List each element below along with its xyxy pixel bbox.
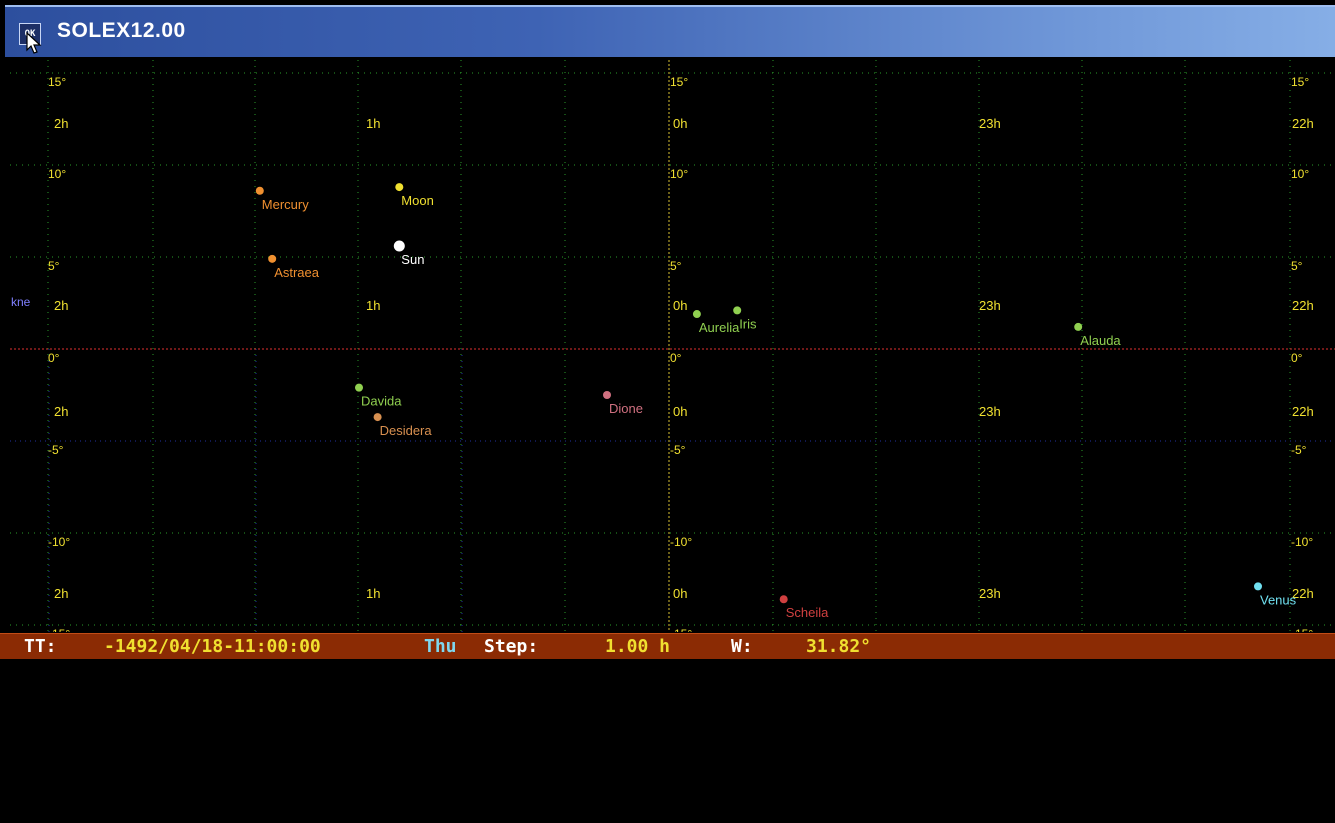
ra-label-1-2: 0h: [673, 298, 687, 313]
status-bar: TT: -1492/04/18-11:00:00 Thu Step: 1.00 …: [0, 633, 1335, 659]
dec-label-0-0: 15°: [48, 75, 66, 89]
dec-label-1-1: 10°: [670, 167, 688, 181]
datetime-value: -1492/04/18-11:00:00: [104, 636, 321, 657]
ra-label-3-0: 2h: [54, 586, 68, 601]
dec-label-4-0: -5°: [48, 443, 64, 457]
w-value: 31.82°: [806, 636, 872, 657]
dec-label-6-2: -15°: [1291, 627, 1313, 632]
body-aurelia-marker: [692, 310, 701, 319]
body-mercury-label: Mercury: [262, 197, 309, 212]
dec-label-3-0: 0°: [48, 351, 60, 365]
body-iris-label: Iris: [739, 316, 757, 331]
body-desidera-label: Desidera: [380, 423, 433, 438]
ra-label-0-1: 1h: [366, 116, 380, 131]
body-moon-label: Moon: [401, 193, 434, 208]
sky-map-canvas[interactable]: 2h 1h 0h 23h 22h 2h 1h 0h 23h 22h 2h 0h 23h 22h 2h 1h 0h…: [10, 60, 1335, 632]
side-label: kne: [11, 295, 31, 309]
dec-label-2-2: 5°: [1291, 259, 1303, 273]
dec-label-1-0: 10°: [48, 167, 66, 181]
ra-label-1-0: 2h: [54, 298, 68, 313]
ra-label-0-3: 23h: [979, 116, 1001, 131]
dec-label-5-2: -10°: [1291, 535, 1313, 549]
body-scheila-label: Scheila: [786, 605, 829, 620]
dec-label-1-2: 10°: [1291, 167, 1309, 181]
ra-label-0-4: 22h: [1292, 116, 1314, 131]
body-dione-label: Dione: [609, 401, 643, 416]
dec-label-0-2: 15°: [1291, 75, 1309, 89]
step-label: Step:: [484, 636, 539, 657]
dec-label-4-2: -5°: [1291, 443, 1307, 457]
ra-label-3-2: 0h: [673, 586, 687, 601]
body-venus-marker: [1254, 582, 1262, 591]
body-davida-marker: [355, 383, 363, 392]
ra-label-1-3: 23h: [979, 298, 1001, 313]
ra-label-0-2: 0h: [673, 116, 687, 131]
ra-label-2-4: 22h: [1292, 404, 1314, 419]
body-desidera-marker: [373, 413, 382, 422]
dec-label-5-0: -10°: [48, 535, 70, 549]
body-scheila-marker: [779, 595, 788, 604]
ra-label-2-2: 0h: [673, 404, 687, 419]
body-astraea-label: Astraea: [274, 265, 320, 280]
dec-label-2-0: 5°: [48, 259, 60, 273]
dec-label-6-0: -15°: [48, 627, 70, 632]
solex-window: OK SOLEX12.00 2h 1h 0h 23h 22h 2h 1h 0h 23h 22h 2h…: [0, 0, 1335, 659]
ra-label-3-1: 1h: [366, 586, 380, 601]
dec-label-6-1: -15°: [670, 627, 692, 632]
weekday-value: Thu: [424, 636, 457, 657]
dec-label-0-1: 15°: [670, 75, 688, 89]
body-moon-marker: [395, 183, 404, 192]
body-sun-label: Sun: [401, 252, 424, 267]
dec-label-5-1: -10°: [670, 535, 692, 549]
body-mercury-marker: [255, 186, 264, 195]
body-astraea-marker: [268, 254, 277, 263]
ra-label-3-3: 23h: [979, 586, 1001, 601]
ra-label-2-3: 23h: [979, 404, 1001, 419]
ra-label-0-0: 2h: [54, 116, 68, 131]
window-title: SOLEX12.00: [57, 19, 186, 42]
mouse-pointer-icon: [26, 32, 42, 54]
sky-map-plot[interactable]: 2h 1h 0h 23h 22h 2h 1h 0h 23h 22h 2h 0h 23h 22h 2h 1h 0h…: [10, 60, 1335, 632]
ra-label-1-4: 22h: [1292, 298, 1314, 313]
body-iris-marker: [733, 306, 742, 315]
body-alauda-marker: [1074, 322, 1083, 331]
dec-label-2-1: 5°: [670, 259, 682, 273]
body-venus-label: Venus: [1260, 592, 1297, 607]
body-sun-marker: [393, 240, 405, 252]
title-bar[interactable]: OK SOLEX12.00: [5, 5, 1335, 57]
dec-label-4-1: -5°: [670, 443, 686, 457]
tt-label: TT:: [24, 636, 57, 657]
ra-label-1-1: 1h: [366, 298, 380, 313]
body-davida-label: Davida: [361, 394, 402, 409]
body-alauda-label: Alauda: [1080, 333, 1121, 348]
dec-label-3-1: 0°: [670, 351, 682, 365]
body-aurelia-label: Aurelia: [699, 320, 740, 335]
ra-label-2-0: 2h: [54, 404, 68, 419]
step-value: 1.00 h: [605, 636, 671, 657]
body-dione-marker: [603, 391, 611, 399]
w-label: W:: [731, 636, 753, 657]
dec-label-3-2: 0°: [1291, 351, 1303, 365]
